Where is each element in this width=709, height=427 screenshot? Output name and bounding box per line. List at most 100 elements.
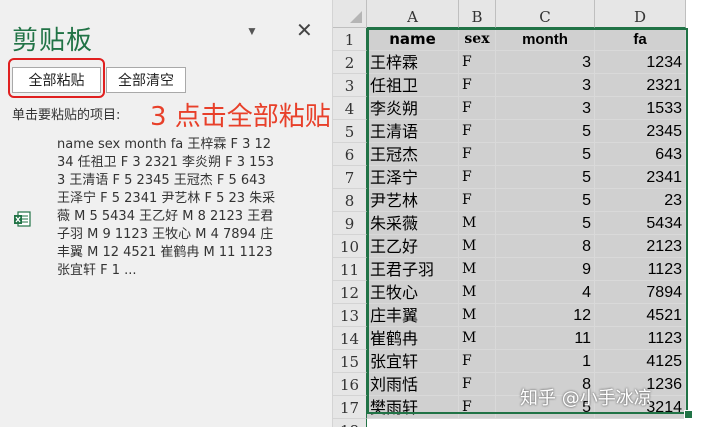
table-cell[interactable]: 5 — [496, 143, 595, 166]
watermark: 知乎 @小手冰凉 — [520, 388, 652, 409]
table-cell[interactable]: 1533 — [595, 97, 686, 120]
row-header[interactable]: 2 — [333, 51, 367, 74]
table-cell[interactable]: F — [459, 120, 496, 143]
row-header[interactable]: 4 — [333, 97, 367, 120]
table-cell[interactable]: 643 — [595, 143, 686, 166]
table-cell[interactable]: 王梓霖 — [367, 51, 459, 74]
table-cell[interactable]: F — [459, 97, 496, 120]
table-cell[interactable]: 任祖卫 — [367, 74, 459, 97]
table-cell[interactable]: F — [459, 143, 496, 166]
row-header[interactable]: 3 — [333, 74, 367, 97]
table-cell[interactable]: 3 — [496, 74, 595, 97]
table-cell[interactable]: 尹艺林 — [367, 189, 459, 212]
pane-title: 剪贴板 — [12, 26, 94, 56]
row-header[interactable]: 10 — [333, 235, 367, 258]
row-header[interactable]: 1 — [333, 28, 367, 51]
table-cell[interactable]: M — [459, 281, 496, 304]
table-cell[interactable]: 刘雨恬 — [367, 373, 459, 396]
table-cell[interactable]: F — [459, 51, 496, 74]
column-header-a[interactable]: A — [367, 0, 459, 28]
table-cell[interactable]: F — [459, 189, 496, 212]
excel-icon — [14, 211, 31, 227]
table-cell[interactable]: 樊雨轩 — [367, 396, 459, 419]
table-cell[interactable]: 4 — [496, 281, 595, 304]
table-cell[interactable]: 4125 — [595, 350, 686, 373]
table-cell[interactable]: 23 — [595, 189, 686, 212]
row-header[interactable]: 15 — [333, 350, 367, 373]
table-cell[interactable]: M — [459, 212, 496, 235]
header-cell[interactable]: fa — [595, 28, 686, 51]
row-header[interactable]: 13 — [333, 304, 367, 327]
table-cell[interactable]: 1 — [496, 350, 595, 373]
column-header-b[interactable]: B — [459, 0, 496, 28]
row-header[interactable]: 16 — [333, 373, 367, 396]
table-cell[interactable]: M — [459, 235, 496, 258]
row-header[interactable]: 9 — [333, 212, 367, 235]
spreadsheet-grid[interactable]: ABCD123456789101112131415161718namesexmo… — [333, 0, 709, 427]
header-cell[interactable]: name — [367, 28, 459, 51]
table-cell[interactable]: 1123 — [595, 258, 686, 281]
table-cell[interactable]: 7894 — [595, 281, 686, 304]
clipboard-pane: 剪贴板 ▼ ✕ 全部粘贴 全部清空 单击要粘贴的项目: name sex mon… — [0, 0, 332, 427]
empty-row[interactable] — [367, 419, 709, 427]
clipboard-item[interactable]: name sex month fa 王梓霖 F 3 1234 任祖卫 F 3 2… — [57, 136, 279, 280]
table-cell[interactable]: 李炎朔 — [367, 97, 459, 120]
close-icon[interactable]: ✕ — [296, 20, 313, 42]
table-cell[interactable]: F — [459, 350, 496, 373]
table-cell[interactable]: 王泽宁 — [367, 166, 459, 189]
table-cell[interactable]: 11 — [496, 327, 595, 350]
table-cell[interactable]: F — [459, 373, 496, 396]
table-cell[interactable]: 2321 — [595, 74, 686, 97]
table-cell[interactable]: F — [459, 396, 496, 419]
table-cell[interactable]: 8 — [496, 235, 595, 258]
row-header[interactable]: 17 — [333, 396, 367, 419]
table-cell[interactable]: 9 — [496, 258, 595, 281]
table-cell[interactable]: M — [459, 327, 496, 350]
annotation-text: 3 点击全部粘贴 — [150, 102, 331, 132]
row-header[interactable]: 12 — [333, 281, 367, 304]
table-cell[interactable]: M — [459, 304, 496, 327]
table-cell[interactable]: 1123 — [595, 327, 686, 350]
column-header-c[interactable]: C — [496, 0, 595, 28]
row-header[interactable]: 6 — [333, 143, 367, 166]
fill-handle[interactable] — [684, 410, 693, 419]
table-cell[interactable]: 5 — [496, 189, 595, 212]
table-cell[interactable]: 5 — [496, 120, 595, 143]
header-cell[interactable]: month — [496, 28, 595, 51]
row-header[interactable]: 14 — [333, 327, 367, 350]
table-cell[interactable]: 3 — [496, 51, 595, 74]
table-cell[interactable]: 5 — [496, 166, 595, 189]
table-cell[interactable]: 2341 — [595, 166, 686, 189]
table-cell[interactable]: 1234 — [595, 51, 686, 74]
table-cell[interactable]: 朱采薇 — [367, 212, 459, 235]
row-header[interactable]: 8 — [333, 189, 367, 212]
column-header-d[interactable]: D — [595, 0, 686, 28]
table-cell[interactable]: 5434 — [595, 212, 686, 235]
table-cell[interactable]: 王牧心 — [367, 281, 459, 304]
table-cell[interactable]: F — [459, 166, 496, 189]
table-cell[interactable]: 3 — [496, 97, 595, 120]
paste-hint-text: 单击要粘贴的项目: — [12, 108, 121, 123]
table-cell[interactable]: M — [459, 258, 496, 281]
table-cell[interactable]: 崔鹤冉 — [367, 327, 459, 350]
table-cell[interactable]: 5 — [496, 212, 595, 235]
table-cell[interactable]: F — [459, 74, 496, 97]
header-cell[interactable]: sex — [459, 28, 496, 51]
pane-options-dropdown-icon[interactable]: ▼ — [246, 24, 258, 38]
row-header[interactable]: 7 — [333, 166, 367, 189]
table-cell[interactable]: 王君子羽 — [367, 258, 459, 281]
table-cell[interactable]: 2345 — [595, 120, 686, 143]
row-header[interactable]: 5 — [333, 120, 367, 143]
select-all-corner[interactable] — [333, 0, 367, 28]
table-cell[interactable]: 王清语 — [367, 120, 459, 143]
table-cell[interactable]: 庄丰翼 — [367, 304, 459, 327]
table-cell[interactable]: 王乙好 — [367, 235, 459, 258]
table-cell[interactable]: 4521 — [595, 304, 686, 327]
row-header[interactable]: 18 — [333, 419, 367, 427]
table-cell[interactable]: 王冠杰 — [367, 143, 459, 166]
table-cell[interactable]: 张宜轩 — [367, 350, 459, 373]
clear-all-button[interactable]: 全部清空 — [106, 67, 186, 93]
table-cell[interactable]: 2123 — [595, 235, 686, 258]
row-header[interactable]: 11 — [333, 258, 367, 281]
table-cell[interactable]: 12 — [496, 304, 595, 327]
